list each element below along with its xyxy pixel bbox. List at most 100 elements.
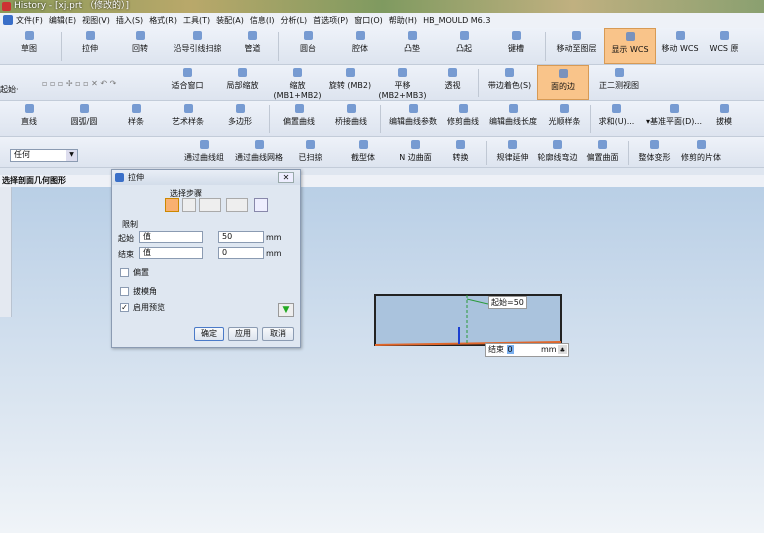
face-edges-button[interactable]: 面的边 [537, 65, 589, 100]
app-icon [2, 2, 11, 11]
toolbar-row-4: 任何 ▼ 通过曲线组 通过曲线网格 已扫掠 截型体 N 边曲面 转换 规律延伸 轮… [0, 137, 764, 168]
display-wcs-button[interactable]: 显示 WCS [604, 28, 656, 64]
spline-button[interactable]: 样条 [110, 101, 162, 136]
tube-button[interactable]: 管道 [230, 28, 275, 64]
revolve-button[interactable]: 回转 [115, 28, 165, 64]
rotate-button[interactable]: 旋转 (MB2) [325, 65, 375, 100]
end-value-input[interactable]: 0 [506, 345, 514, 354]
menu-hb-mould[interactable]: HB_MOULD M6.3 [423, 16, 490, 25]
left-toolstrip[interactable] [0, 187, 12, 317]
menu-edit[interactable]: 编辑(E) [49, 15, 76, 26]
pocket-button[interactable]: 腔体 [334, 28, 386, 64]
draft-button[interactable]: 拔模 [709, 101, 739, 136]
sweep-along-guide-button[interactable]: 沿导引线扫掠 [165, 28, 230, 64]
end-type-dropdown[interactable]: 值 [139, 247, 203, 259]
close-button[interactable]: ✕ [278, 172, 294, 183]
limits-step-icon[interactable] [199, 198, 221, 212]
chevron-down-icon: ▼ [66, 150, 77, 161]
extrude-icon [115, 173, 124, 182]
reverse-direction-icon[interactable] [254, 198, 268, 212]
toolbar-row-2: 起始· ▫ ▫ ▫ ✢ ▫ ▫ ✕ ↶ ↷ 适合窗口 局部缩放 缩放 (MB1+… [0, 65, 764, 101]
perspective-button[interactable]: 透视 [430, 65, 475, 100]
trim-curve-button[interactable]: 修剪曲线 [442, 101, 484, 136]
options-icon[interactable]: ♣ [558, 345, 567, 354]
unite-button[interactable]: 求和(U)... [594, 101, 639, 136]
start-handle-label[interactable]: 起始=50 [488, 296, 527, 309]
fit-button[interactable]: 适合窗口 [160, 65, 215, 100]
preview-checkbox[interactable]: ✓ [120, 303, 129, 312]
extrude-button[interactable]: 拉伸 [65, 28, 115, 64]
transform-button[interactable]: 转换 [438, 137, 483, 167]
emboss-button[interactable]: 凸起 [438, 28, 490, 64]
menu-file[interactable]: 文件(F) [16, 15, 43, 26]
arc-circle-button[interactable]: 圆弧/圆 [58, 101, 110, 136]
menu-preferences[interactable]: 首选项(P) [313, 15, 348, 26]
menu-info[interactable]: 信息(I) [250, 15, 275, 26]
menu-bar: 文件(F) 编辑(E) 视图(V) 插入(S) 格式(R) 工具(T) 装配(A) 信息(I)… [0, 13, 764, 28]
selection-filter-dropdown[interactable]: 任何 ▼ [10, 149, 78, 162]
move-wcs-button[interactable]: 移动 WCS [656, 28, 704, 64]
section-body-button[interactable]: 截型体 [333, 137, 393, 167]
offset-surface-button[interactable]: 偏置曲面 [580, 137, 625, 167]
zoom-area-button[interactable]: 局部缩放 [215, 65, 270, 100]
menu-tools[interactable]: 工具(T) [183, 15, 210, 26]
bridge-curve-button[interactable]: 桥接曲线 [325, 101, 377, 136]
boolean-step-icon[interactable] [226, 198, 248, 212]
cancel-button[interactable]: 取消 [262, 327, 294, 341]
menu-assembly[interactable]: 装配(A) [216, 15, 244, 26]
swept-button[interactable]: 已扫掠 [288, 137, 333, 167]
smooth-spline-button[interactable]: 光顺样条 [542, 101, 587, 136]
menu-help[interactable]: 帮助(H) [389, 15, 417, 26]
extrude-dialog: 拉伸 ✕ 选择步骤 限制 起始 值 50 mm 结束 值 0 mm 偏置 拔模角 … [111, 169, 301, 348]
start-button[interactable]: 起始· [0, 65, 42, 100]
end-unit: mm [266, 249, 282, 258]
line-button[interactable]: 直线 [0, 101, 58, 136]
datum-plane-button[interactable]: ▾基准平面(D)... [639, 101, 709, 136]
draft-label: 拔模角 [133, 287, 157, 296]
trimmed-sheet-button[interactable]: 修剪的片体 [677, 137, 725, 167]
through-curves-button[interactable]: 通过曲线组 [178, 137, 230, 167]
n-sided-surface-button[interactable]: N 边曲面 [393, 137, 438, 167]
menu-insert[interactable]: 插入(S) [116, 15, 143, 26]
menu-window[interactable]: 窗口(O) [354, 15, 383, 26]
start-distance-input[interactable]: 50 [218, 231, 264, 243]
wcs-origin-button[interactable]: WCS 原 [704, 28, 744, 64]
ok-button[interactable]: 确定 [194, 327, 224, 341]
global-shaping-button[interactable]: 整体变形 [632, 137, 677, 167]
menu-format[interactable]: 格式(R) [149, 15, 177, 26]
studio-spline-button[interactable]: 艺术样条 [162, 101, 214, 136]
pad-button[interactable]: 凸垫 [386, 28, 438, 64]
menu-analysis[interactable]: 分析(L) [280, 15, 307, 26]
edit-curve-params-button[interactable]: 编辑曲线参数 [384, 101, 442, 136]
end-onscreen-input: 结束 0 mm ♣ [485, 343, 569, 357]
toolbar-row-1: 草图 拉伸 回转 沿导引线扫掠 管道 圆台 腔体 凸垫 凸起 键槽 移动至图层 … [0, 28, 764, 65]
sketch-button[interactable]: 草图 [0, 28, 58, 64]
zoom-button[interactable]: 缩放 (MB1+MB2) [270, 65, 325, 100]
section-step-icon[interactable] [165, 198, 179, 212]
preview-label: 启用预览 [133, 303, 165, 312]
draft-checkbox[interactable] [120, 287, 129, 296]
offset-checkbox[interactable] [120, 268, 129, 277]
edit-curve-length-button[interactable]: 编辑曲线长度 [484, 101, 542, 136]
window-title: History - [xj.prt （修改的）] [14, 1, 130, 11]
boss-button[interactable]: 圆台 [282, 28, 334, 64]
law-extension-button[interactable]: 规律延伸 [490, 137, 535, 167]
through-curve-mesh-button[interactable]: 通过曲线网格 [230, 137, 288, 167]
shaded-with-edges-button[interactable]: 带边着色(S) [482, 65, 537, 100]
start-label: 起始 [118, 234, 134, 243]
pan-button[interactable]: 平移 (MB2+MB3) [375, 65, 430, 100]
contour-flange-button[interactable]: 轮廓线弯边 [535, 137, 580, 167]
apply-button[interactable]: 应用 [228, 327, 258, 341]
standard-tools[interactable]: ▫ ▫ ▫ ✢ ▫ ▫ ✕ ↶ ↷ [42, 65, 160, 88]
direction-step-icon[interactable] [182, 198, 196, 212]
end-distance-input[interactable]: 0 [218, 247, 264, 259]
slot-button[interactable]: 键槽 [490, 28, 542, 64]
start-unit: mm [266, 233, 282, 242]
offset-curve-button[interactable]: 偏置曲线 [273, 101, 325, 136]
menu-view[interactable]: 视图(V) [82, 15, 110, 26]
move-to-layer-button[interactable]: 移动至图层 [549, 28, 604, 64]
trimetric-view-button[interactable]: 正二测视图 [589, 65, 649, 100]
polygon-button[interactable]: 多边形 [214, 101, 266, 136]
expand-more-icon[interactable]: ▼ [278, 303, 294, 317]
start-type-dropdown[interactable]: 值 [139, 231, 203, 243]
